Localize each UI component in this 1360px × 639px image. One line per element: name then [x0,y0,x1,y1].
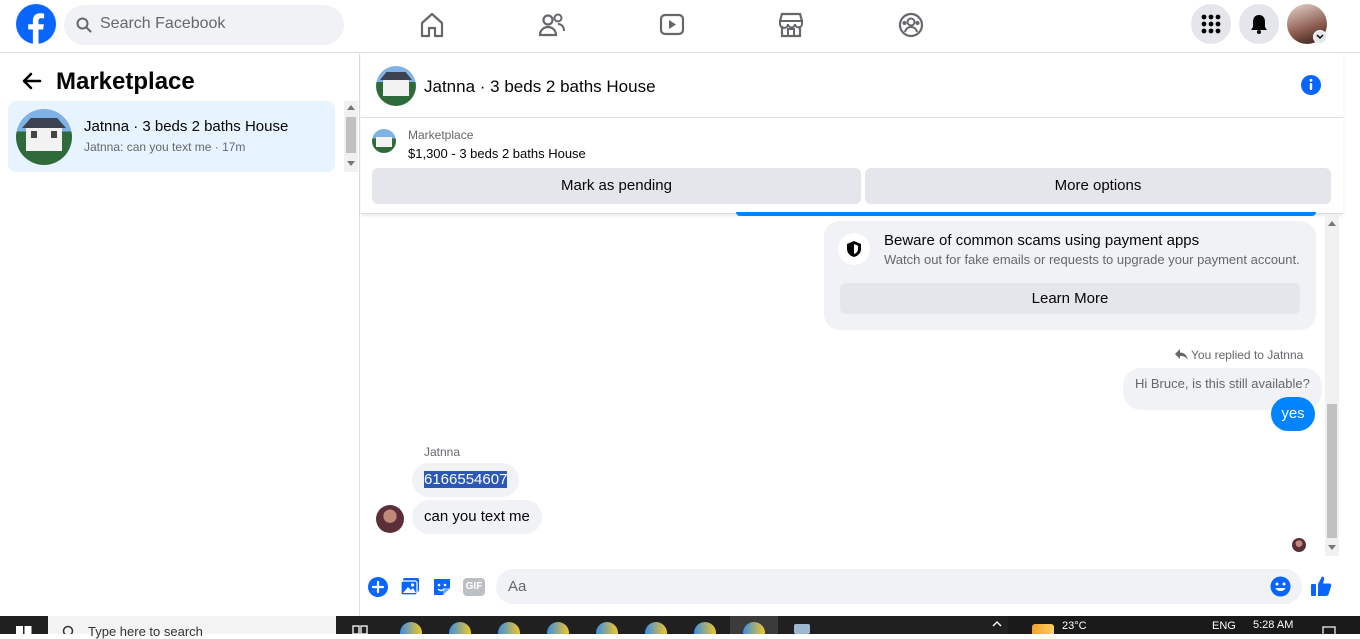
mark-as-pending-button[interactable]: Mark as pending [372,168,861,204]
task-view-icon[interactable] [352,624,368,634]
scroll-down-icon [347,161,355,166]
facebook-logo-icon[interactable] [16,4,56,44]
emoji-icon[interactable] [1270,576,1291,597]
menu-grid-button[interactable] [1191,4,1231,44]
learn-more-button[interactable]: Learn More [840,283,1300,314]
chat-listing-avatar[interactable] [376,66,416,106]
account-dropdown[interactable] [1313,30,1327,44]
scroll-up-icon [1328,221,1336,226]
sender-name: Jatnna [424,445,461,459]
received-message-bubble[interactable]: 6166554607 [412,463,520,497]
tray-chevron-up-icon[interactable] [992,620,1002,627]
conversation-preview: Jatnna: can you text me · 17m [84,140,246,154]
sidebar-title: Marketplace [56,68,195,95]
conversation-title: Jatnna · 3 beds 2 baths House [84,118,289,135]
more-options-button[interactable]: More options [865,168,1331,204]
listing-source-label: Marketplace [408,128,474,142]
shield-badge [838,233,870,265]
plus-icon[interactable] [368,577,388,597]
sticker-icon[interactable] [432,577,452,597]
listing-small-thumbnail [372,129,396,153]
windows-start-icon[interactable] [16,626,32,634]
search-input[interactable]: Search Facebook [100,15,225,33]
chat-scrollbar[interactable] [1325,216,1339,556]
message-placeholder[interactable]: Aa [508,578,526,595]
clock-time[interactable]: 5:28 AM [1253,619,1293,631]
listing-thumbnail [16,109,72,165]
groups-icon[interactable] [896,10,926,40]
system-tray [1008,616,1360,634]
sent-message-bubble[interactable]: yes [1271,397,1315,431]
message-input[interactable] [496,569,1302,604]
grid-icon [1201,14,1221,34]
search-icon [76,17,92,33]
taskbar-browser-icon [743,622,765,634]
selected-phone-number[interactable]: 6166554607 [424,471,508,488]
listing-price[interactable]: $1,300 - 3 beds 2 baths House [408,146,586,161]
scam-warning-text: Watch out for fake emails or requests to… [884,252,1300,267]
chat-title[interactable]: Jatnna · 3 beds 2 baths House [424,77,656,97]
received-message-bubble[interactable]: can you text me [412,500,542,534]
notification-center-icon[interactable] [1322,626,1336,634]
friends-icon[interactable] [537,10,567,40]
watch-video-icon[interactable] [657,10,687,40]
taskbar-search-icon [62,625,74,634]
shield-icon [847,241,861,257]
taskbar-active-app[interactable] [730,616,778,634]
weather-icon[interactable] [1032,624,1054,634]
like-thumb-icon[interactable] [1310,575,1332,597]
back-arrow-icon[interactable] [22,72,42,90]
chevron-down-icon [1316,34,1324,40]
profile-avatar[interactable] [1287,4,1327,44]
header-divider [361,117,1343,118]
chat-scroll-thumb[interactable] [1327,404,1337,538]
seen-receipt-avatar [1292,538,1306,552]
bell-icon [1251,15,1267,34]
scam-warning-title: Beware of common scams using payment app… [884,232,1200,249]
taskbar-search-text[interactable]: Type here to search [88,624,203,639]
notifications-button[interactable] [1239,4,1279,44]
photo-icon[interactable] [400,577,420,597]
scroll-up-icon [347,105,355,110]
reply-arrow-icon [1175,349,1188,360]
sender-avatar[interactable] [376,505,404,533]
weather-temperature[interactable]: 23°C [1062,620,1087,632]
replied-to-label: You replied to Jatnna [1191,348,1304,362]
scroll-down-icon [1328,545,1336,550]
gif-button[interactable]: GIF [463,578,485,596]
home-icon[interactable] [417,10,447,40]
sidebar-scroll-thumb[interactable] [346,117,356,153]
language-indicator[interactable]: ENG [1212,620,1236,632]
info-icon[interactable] [1300,74,1322,96]
taskbar-file-icon[interactable] [794,624,810,634]
marketplace-store-icon[interactable] [776,10,806,40]
previous-message-edge [736,212,1316,216]
sidebar-scrollbar[interactable] [344,101,358,172]
